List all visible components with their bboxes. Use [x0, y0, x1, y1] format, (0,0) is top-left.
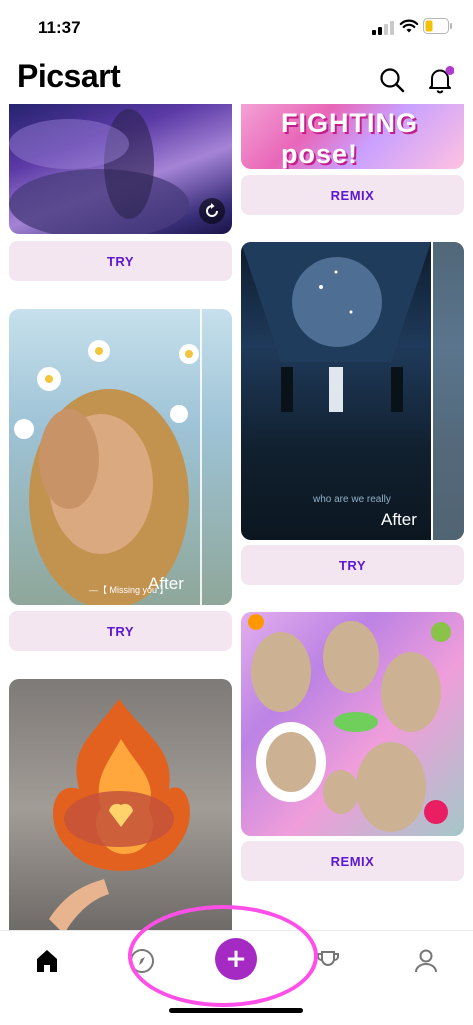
home-icon — [37, 950, 57, 972]
replay-icon[interactable] — [199, 198, 225, 224]
annotation-highlight-ellipse — [128, 905, 318, 1007]
remix-button[interactable]: REMIX — [241, 175, 464, 215]
template-card-image[interactable] — [9, 104, 232, 234]
try-button[interactable]: TRY — [9, 611, 232, 651]
wifi-icon — [399, 19, 419, 33]
template-image-art — [14, 309, 202, 605]
app-header: Picsart — [0, 52, 473, 104]
image-caption: —【 Missing you 】 — [89, 585, 169, 595]
home-indicator — [169, 1008, 303, 1013]
tab-profile[interactable] — [406, 941, 446, 981]
picsart-logo: Picsart — [17, 58, 121, 94]
template-card-image[interactable]: FIGHTING pose! — [241, 104, 464, 169]
notifications-bell-icon[interactable] — [426, 66, 454, 94]
template-image-art — [241, 612, 464, 836]
battery-icon — [423, 18, 452, 34]
before-after-card-image[interactable]: After who are we really — [241, 242, 464, 540]
try-button[interactable]: TRY — [9, 241, 232, 281]
template-overlay-text: FIGHTING pose! — [281, 108, 418, 169]
image-caption: who are we really — [313, 494, 391, 505]
feed-grid[interactable]: TRY FIGHTING pose! REMIX After —【 Missin… — [0, 104, 473, 930]
before-after-card-image[interactable]: After —【 Missing you 】 — [9, 309, 232, 605]
status-time: 11:37 — [38, 18, 81, 37]
template-image-art — [49, 699, 190, 930]
search-icon[interactable] — [378, 66, 406, 94]
cellular-signal-icon — [372, 21, 394, 35]
try-button[interactable]: TRY — [241, 545, 464, 585]
remix-button[interactable]: REMIX — [241, 841, 464, 881]
after-label: After — [381, 510, 417, 529]
template-card-image[interactable] — [9, 679, 232, 930]
challenges-icon — [317, 951, 339, 966]
status-bar: 11:37 — [0, 0, 473, 52]
tab-home[interactable] — [27, 941, 67, 981]
profile-icon — [415, 949, 437, 973]
template-card-image[interactable] — [241, 612, 464, 836]
